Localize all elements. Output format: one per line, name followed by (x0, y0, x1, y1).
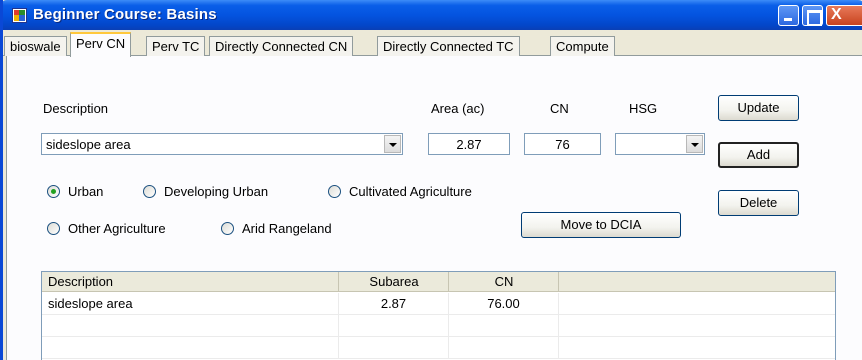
cell-blank[interactable] (559, 337, 835, 359)
cell-blank[interactable] (559, 293, 835, 315)
radio-unchecked-icon (143, 185, 156, 198)
cell-description[interactable]: sideslope area (42, 293, 339, 315)
hsg-label: HSG (629, 101, 658, 116)
cell-description[interactable] (42, 315, 339, 337)
cell-cn[interactable] (449, 337, 559, 359)
cell-subarea[interactable]: 2.87 (339, 293, 449, 315)
area-field[interactable]: 2.87 (428, 133, 510, 155)
radio-unchecked-icon (47, 222, 60, 235)
radio-unchecked-icon (328, 185, 341, 198)
radio-checked-icon (47, 185, 60, 198)
add-button[interactable]: Add (718, 142, 799, 168)
column-header-blank (559, 272, 835, 292)
tab-compute[interactable]: Compute (550, 36, 615, 56)
basins-window: Beginner Course: Basins X bioswale Perv … (0, 0, 862, 360)
tab-directly-connected-tc[interactable]: Directly Connected TC (377, 36, 520, 56)
tab-perv-cn[interactable]: Perv CN (70, 32, 132, 57)
chevron-down-icon[interactable] (384, 135, 401, 153)
description-label: Description (43, 101, 109, 116)
cell-blank[interactable] (559, 315, 835, 337)
cell-description[interactable] (42, 337, 339, 359)
table-row[interactable] (42, 315, 835, 337)
cell-subarea[interactable] (339, 315, 449, 337)
subarea-grid[interactable]: Description Subarea CN sideslope area 2.… (41, 271, 836, 360)
cell-cn[interactable]: 76.00 (449, 293, 559, 315)
title-bar[interactable]: Beginner Course: Basins X (3, 0, 862, 30)
cn-label: CN (550, 101, 569, 116)
update-button[interactable]: Update (718, 95, 799, 121)
area-label: Area (ac) (431, 101, 485, 116)
column-header-description[interactable]: Description (42, 272, 339, 292)
tab-perv-tc[interactable]: Perv TC (146, 36, 206, 56)
minimize-button[interactable] (778, 5, 799, 26)
app-icon (12, 8, 27, 23)
table-row[interactable]: sideslope area 2.87 76.00 (42, 293, 835, 315)
column-header-cn[interactable]: CN (449, 272, 559, 292)
cell-cn[interactable] (449, 315, 559, 337)
cn-field[interactable]: 76 (524, 133, 601, 155)
hsg-combo[interactable] (615, 133, 705, 155)
radio-unchecked-icon (221, 222, 234, 235)
tab-directly-connected-cn[interactable]: Directly Connected CN (209, 36, 354, 56)
table-row[interactable] (42, 337, 835, 359)
close-button[interactable]: X (826, 5, 862, 26)
description-value: sideslope area (46, 137, 131, 152)
grid-header: Description Subarea CN (42, 272, 835, 292)
tab-bioswale[interactable]: bioswale (4, 36, 67, 56)
column-header-subarea[interactable]: Subarea (339, 272, 449, 292)
chevron-down-icon[interactable] (686, 135, 703, 153)
description-combo[interactable]: sideslope area (41, 133, 403, 155)
window-title: Beginner Course: Basins (33, 6, 217, 23)
maximize-button[interactable] (802, 5, 823, 26)
move-to-dcia-button[interactable]: Move to DCIA (521, 212, 681, 238)
cell-subarea[interactable] (339, 337, 449, 359)
delete-button[interactable]: Delete (718, 190, 799, 216)
